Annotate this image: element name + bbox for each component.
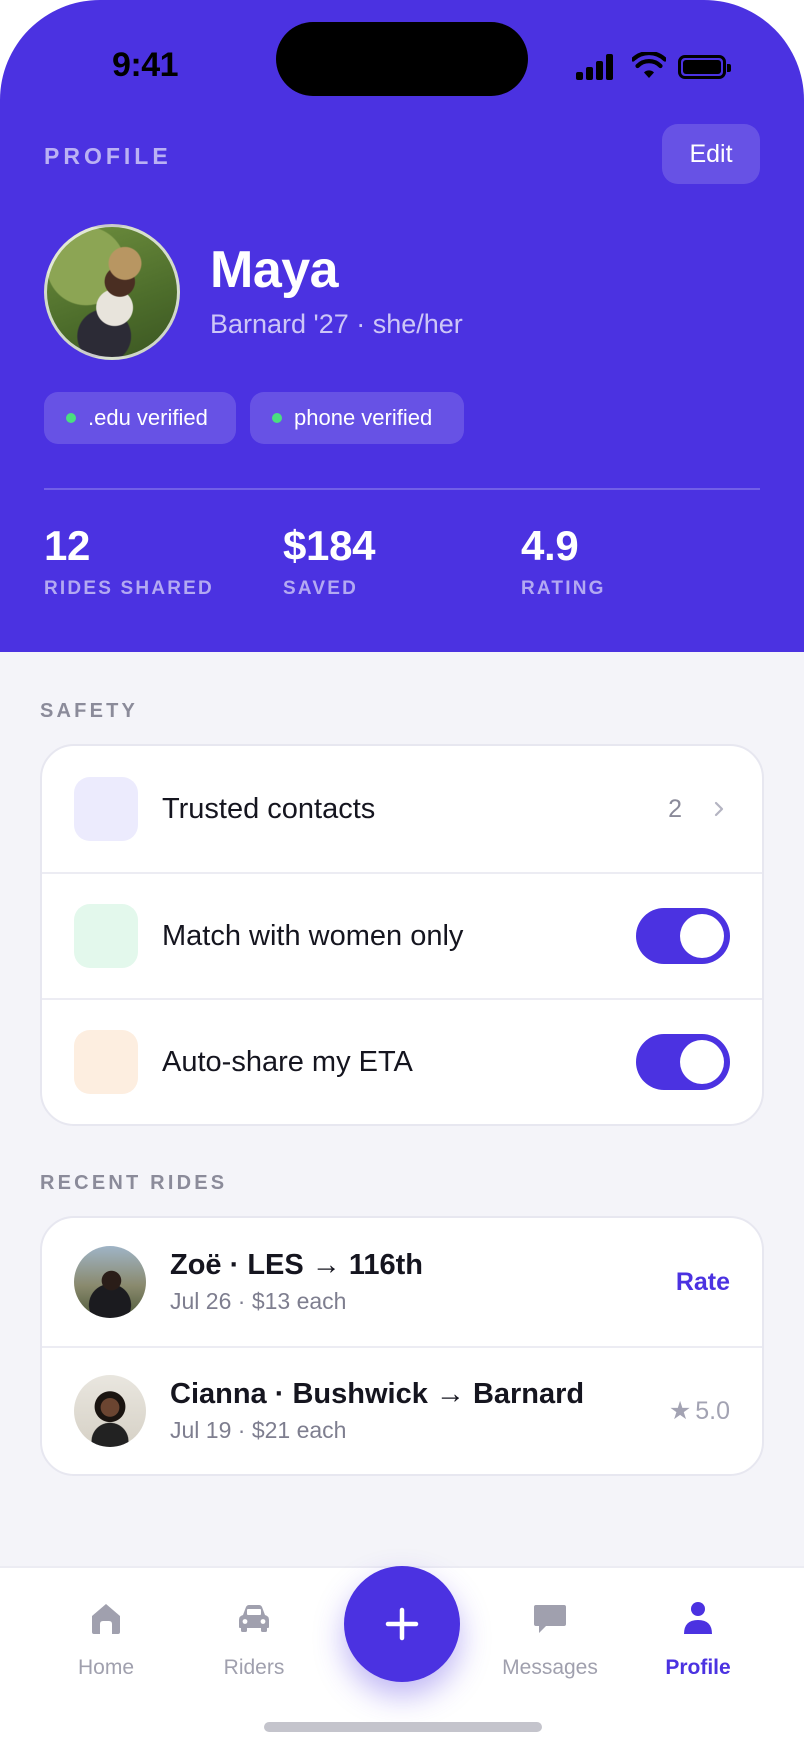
ride-list-item[interactable]: Zoë · LES → 116th Jul 26 · $13 each Rate: [42, 1218, 762, 1346]
ride-title: Zoë · LES → 116th: [170, 1249, 423, 1281]
tab-label: Riders: [223, 1656, 285, 1679]
tab-label: Profile: [665, 1656, 731, 1679]
rider-avatar: [74, 1375, 146, 1447]
trusted-contacts-row[interactable]: Trusted contacts 2: [42, 746, 762, 872]
row-label: Auto-share my ETA: [162, 1045, 413, 1078]
tab-profile[interactable]: Profile: [638, 1598, 758, 1680]
stat-rating: 4.9 RATING: [521, 522, 606, 600]
stat-value: 12: [44, 522, 91, 569]
share-eta-icon: [74, 1030, 138, 1094]
women-only-row: Match with women only: [42, 872, 762, 998]
status-time: 9:41: [112, 46, 179, 84]
ride-rating: ★ 5.0: [669, 1396, 730, 1426]
women-only-icon: [74, 904, 138, 968]
battery-icon: [678, 55, 731, 79]
auto-share-eta-row: Auto-share my ETA: [42, 998, 762, 1124]
plus-icon: [385, 1607, 419, 1641]
wifi-icon: [632, 52, 666, 78]
stat-saved: $184 SAVED: [283, 522, 376, 600]
star-icon: ★: [668, 1397, 692, 1425]
page-title: PROFILE: [44, 143, 172, 169]
trusted-contacts-icon: [74, 777, 138, 841]
recent-rides-section-label: RECENT RIDES: [40, 1172, 228, 1194]
recent-rides-card: Zoë · LES → 116th Jul 26 · $13 each Rate…: [40, 1216, 764, 1476]
stat-label: SAVED: [283, 578, 359, 599]
women-only-toggle[interactable]: [636, 908, 730, 964]
row-label: Trusted contacts: [162, 792, 376, 825]
ride-list-item[interactable]: Cianna · Bushwick → Barnard Jul 19 · $21…: [42, 1346, 762, 1474]
edit-profile-button[interactable]: Edit: [662, 124, 760, 184]
stat-value: $184: [283, 522, 376, 569]
stat-rides-shared: 12 RIDES SHARED: [44, 522, 214, 600]
header-divider: [44, 488, 760, 490]
stat-label: RATING: [521, 578, 606, 599]
dynamic-island: [276, 22, 528, 96]
car-icon: [239, 1605, 269, 1632]
safety-card: Trusted contacts 2 Match with women only…: [40, 744, 764, 1126]
rider-avatar: [74, 1246, 146, 1318]
row-label: Match with women only: [162, 919, 464, 952]
chat-icon: [534, 1605, 566, 1633]
home-icon: [92, 1604, 120, 1634]
tab-messages[interactable]: Messages: [490, 1598, 610, 1680]
profile-header: 9:41 PROFILE Edit Maya Barnard '27 · she…: [0, 0, 804, 652]
phone-verified-badge: phone verified: [250, 392, 464, 444]
ride-subtitle: Jul 19 · $21 each: [170, 1417, 347, 1443]
rating-value: 5.0: [695, 1396, 730, 1425]
home-indicator: [264, 1722, 542, 1732]
chevron-right-icon: [714, 801, 724, 817]
tab-riders[interactable]: Riders: [194, 1598, 314, 1680]
edu-verified-badge: .edu verified: [44, 392, 236, 444]
verified-dot-icon: [272, 413, 282, 423]
trusted-contacts-count: 2: [668, 794, 682, 823]
profile-avatar[interactable]: [44, 224, 180, 360]
ride-title: Cianna · Bushwick → Barnard: [170, 1378, 585, 1410]
badge-label: phone verified: [294, 405, 433, 430]
user-subtitle: Barnard '27 · she/her: [210, 309, 463, 339]
stat-value: 4.9: [521, 522, 579, 569]
ride-subtitle: Jul 26 · $13 each: [170, 1288, 347, 1314]
user-name: Maya: [210, 241, 339, 299]
person-icon: [684, 1602, 712, 1634]
new-ride-button[interactable]: [344, 1566, 460, 1682]
tab-label: Messages: [502, 1656, 598, 1679]
rate-ride-button[interactable]: Rate: [676, 1268, 730, 1297]
cellular-signal-icon: [576, 54, 614, 80]
safety-section-label: SAFETY: [40, 700, 139, 722]
badge-label: .edu verified: [88, 405, 208, 430]
status-icons: [576, 52, 732, 82]
tab-label: Home: [77, 1656, 135, 1679]
verified-dot-icon: [66, 413, 76, 423]
auto-share-eta-toggle[interactable]: [636, 1034, 730, 1090]
tab-home[interactable]: Home: [46, 1598, 166, 1680]
phone-screen: 9:41 PROFILE Edit Maya Barnard '27 · she…: [0, 0, 804, 1748]
stat-label: RIDES SHARED: [44, 578, 214, 599]
